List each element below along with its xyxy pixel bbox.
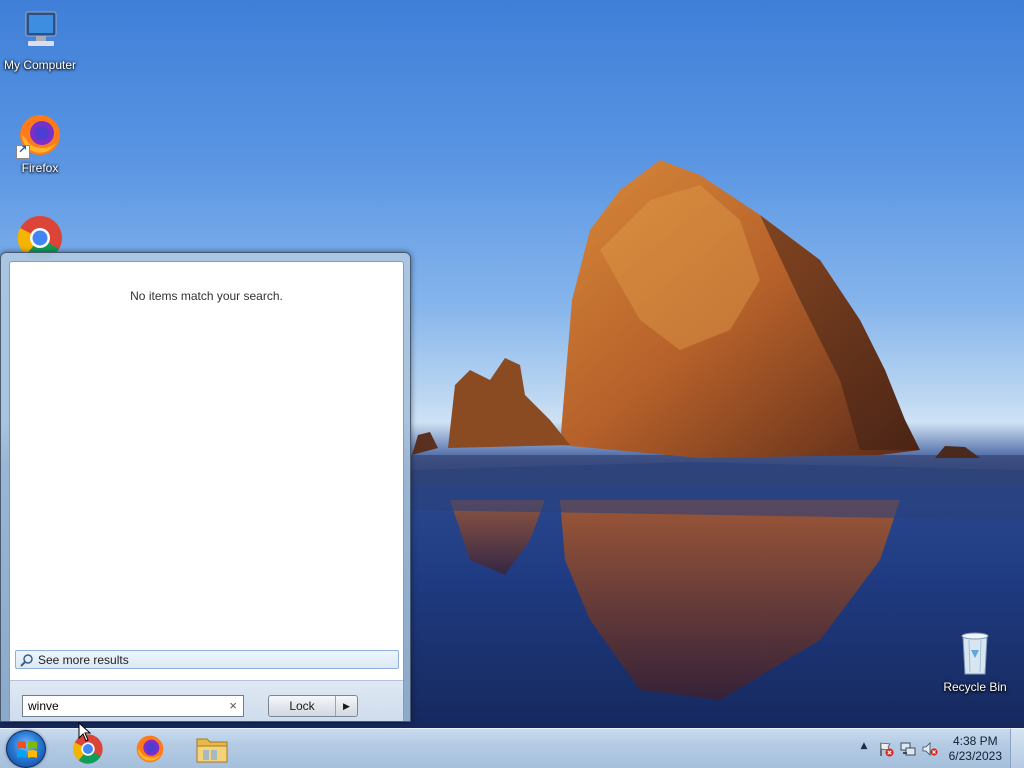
firefox-icon — [16, 111, 64, 159]
shortcut-arrow-icon — [16, 143, 30, 159]
desktop-icon-label: Firefox — [21, 161, 59, 175]
power-button-group: Lock ▶ — [268, 695, 358, 717]
clock-date: 6/23/2023 — [948, 749, 1002, 763]
start-button[interactable] — [6, 730, 46, 768]
recycle-bin-icon — [951, 630, 999, 678]
volume-muted-icon[interactable] — [922, 741, 938, 757]
folder-icon — [196, 738, 228, 763]
no-results-message: No items match your search. — [130, 289, 283, 303]
desktop-icon-firefox[interactable]: Firefox — [0, 111, 80, 175]
firefox-icon — [136, 735, 164, 763]
lock-button[interactable]: Lock — [269, 696, 336, 716]
desktop-icon-label: Recycle Bin — [943, 680, 1007, 694]
windows-logo-icon — [17, 741, 37, 758]
network-icon[interactable] — [900, 741, 916, 757]
mouse-cursor-icon — [78, 722, 92, 742]
action-center-flag-icon[interactable] — [878, 741, 894, 757]
see-more-results-button[interactable]: See more results — [15, 650, 399, 669]
computer-icon — [16, 8, 64, 56]
taskbar-file-explorer-button[interactable] — [186, 731, 238, 767]
taskbar: ▲ 4:38 PM 6/23/2023 — [0, 728, 1024, 768]
desktop-icon-my-computer[interactable]: My Computer — [0, 8, 80, 72]
desktop-icon-recycle-bin[interactable]: Recycle Bin — [935, 630, 1015, 694]
system-tray: ▲ 4:38 PM 6/23/2023 — [844, 729, 1024, 768]
start-menu-results-pane: No items match your search. See more res… — [9, 261, 404, 721]
show-hidden-icons-button[interactable]: ▲ — [856, 741, 872, 757]
power-options-arrow-icon[interactable]: ▶ — [336, 696, 357, 716]
start-menu-bottom-bar: winve × Lock ▶ — [10, 680, 403, 721]
taskbar-firefox-button[interactable] — [124, 731, 176, 767]
taskbar-clock[interactable]: 4:38 PM 6/23/2023 — [949, 734, 1002, 764]
search-input-value: winve — [28, 699, 59, 713]
clear-search-icon[interactable]: × — [229, 696, 237, 716]
show-desktop-button[interactable] — [1010, 729, 1024, 768]
search-icon — [20, 653, 34, 667]
see-more-results-label: See more results — [38, 652, 129, 667]
clock-time: 4:38 PM — [952, 734, 998, 748]
desktop-icon-label: My Computer — [3, 58, 77, 72]
start-menu: No items match your search. See more res… — [0, 252, 411, 722]
start-search-input[interactable]: winve × — [22, 695, 244, 717]
